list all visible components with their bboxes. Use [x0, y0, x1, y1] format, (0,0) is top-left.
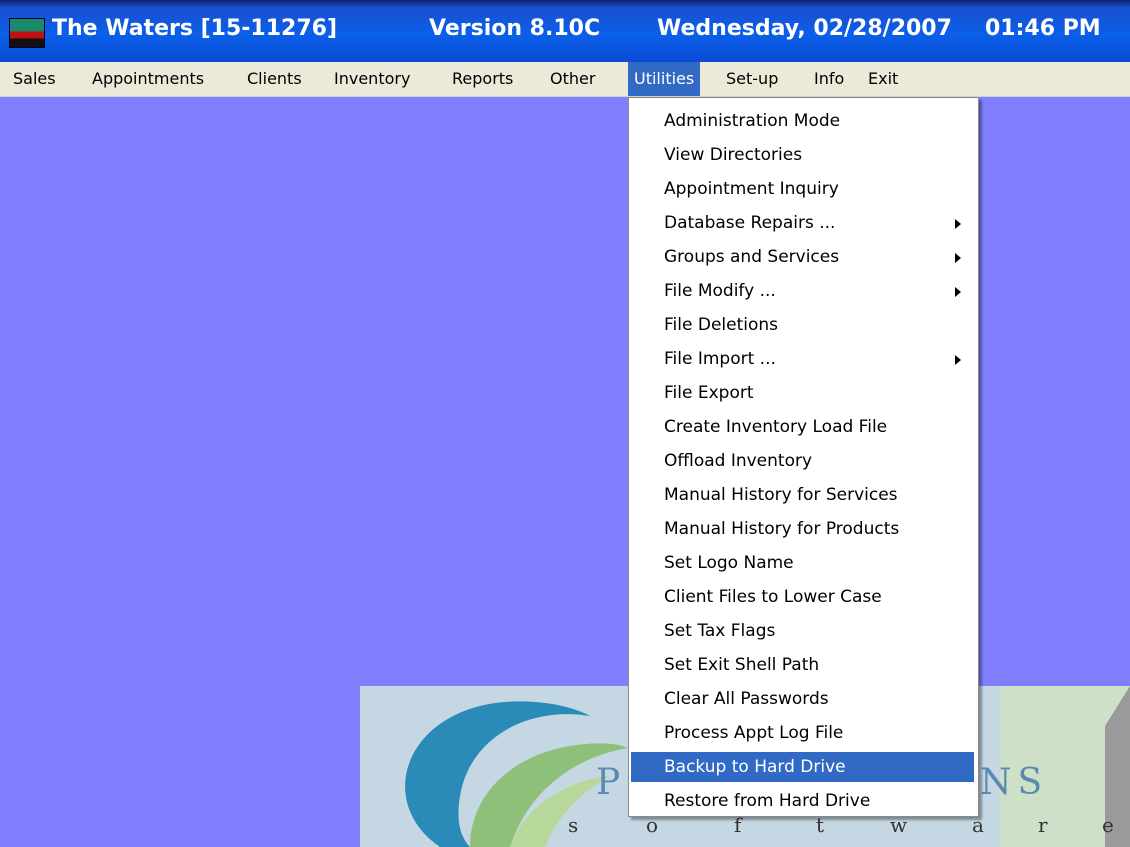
submenu-arrow-icon [955, 219, 961, 229]
menu-item-label: Administration Mode [664, 111, 841, 131]
menu-item-label: Client Files to Lower Case [664, 587, 882, 607]
menu-item-label: Set Tax Flags [664, 621, 776, 641]
title-bar: The Waters [15-11276] Version 8.10C Wedn… [0, 0, 1130, 62]
menu-other[interactable]: Other [544, 62, 601, 96]
menu-item-label: Set Exit Shell Path [664, 655, 820, 675]
menu-item-label: Set Logo Name [664, 553, 794, 573]
menu-item-view-directories[interactable]: View Directories [631, 140, 974, 170]
menu-item-label: Groups and Services [664, 247, 840, 267]
logo-letters-right: NS [980, 762, 1049, 803]
menu-item-manual-history-products[interactable]: Manual History for Products [631, 514, 974, 544]
menu-item-label: Restore from Hard Drive [664, 791, 871, 811]
menu-item-appointment-inquiry[interactable]: Appointment Inquiry [631, 174, 974, 204]
menu-info[interactable]: Info [808, 62, 850, 96]
menu-item-label: File Deletions [664, 315, 779, 335]
date-label: Wednesday, 02/28/2007 [657, 16, 952, 41]
menu-item-create-inventory-load-file[interactable]: Create Inventory Load File [631, 412, 974, 442]
menu-item-clear-all-passwords[interactable]: Clear All Passwords [631, 684, 974, 714]
menu-item-label: File Import ... [664, 349, 776, 369]
menu-item-label: Offload Inventory [664, 451, 813, 471]
menu-bar: Sales Appointments Clients Inventory Rep… [0, 62, 1130, 97]
menu-appointments[interactable]: Appointments [86, 62, 210, 96]
menu-exit[interactable]: Exit [862, 62, 904, 96]
menu-item-label: Backup to Hard Drive [664, 757, 846, 777]
menu-sales[interactable]: Sales [7, 62, 62, 96]
logo-sub-s: s [568, 813, 579, 837]
menu-item-administration-mode[interactable]: Administration Mode [631, 106, 974, 136]
menu-item-set-tax-flags[interactable]: Set Tax Flags [631, 616, 974, 646]
submenu-arrow-icon [955, 253, 961, 263]
menu-item-label: Manual History for Services [664, 485, 898, 505]
logo-letters-left: P [596, 762, 627, 803]
menu-item-label: Manual History for Products [664, 519, 900, 539]
menu-item-label: File Modify ... [664, 281, 776, 301]
menu-item-set-exit-shell-path[interactable]: Set Exit Shell Path [631, 650, 974, 680]
menu-item-label: Create Inventory Load File [664, 417, 888, 437]
menu-item-file-import[interactable]: File Import ... [631, 344, 974, 374]
menu-utilities[interactable]: Utilities [628, 62, 701, 96]
time-label: 01:46 PM [985, 16, 1101, 41]
utilities-dropdown: Administration Mode View Directories App… [628, 97, 979, 817]
menu-item-database-repairs[interactable]: Database Repairs ... [631, 208, 974, 238]
menu-item-file-export[interactable]: File Export [631, 378, 974, 408]
menu-setup[interactable]: Set-up [720, 62, 784, 96]
version-label: Version 8.10C [429, 16, 601, 41]
menu-item-process-appt-log-file[interactable]: Process Appt Log File [631, 718, 974, 748]
menu-item-restore-from-hard-drive[interactable]: Restore from Hard Drive [631, 786, 974, 816]
menu-item-manual-history-services[interactable]: Manual History for Services [631, 480, 974, 510]
menu-item-set-logo-name[interactable]: Set Logo Name [631, 548, 974, 578]
menu-inventory[interactable]: Inventory [328, 62, 416, 96]
submenu-arrow-icon [955, 287, 961, 297]
menu-item-label: Clear All Passwords [664, 689, 829, 709]
submenu-arrow-icon [955, 355, 961, 365]
menu-item-file-modify[interactable]: File Modify ... [631, 276, 974, 306]
menu-item-label: View Directories [664, 145, 803, 165]
menu-item-label: Appointment Inquiry [664, 179, 839, 199]
menu-item-backup-to-hard-drive[interactable]: Backup to Hard Drive [631, 752, 974, 782]
app-title: The Waters [15-11276] [52, 16, 338, 41]
menu-item-client-files-lower-case[interactable]: Client Files to Lower Case [631, 582, 974, 612]
app-icon [9, 18, 45, 48]
logo-sub-r: r [1038, 813, 1048, 837]
menu-reports[interactable]: Reports [446, 62, 519, 96]
menu-item-label: Process Appt Log File [664, 723, 844, 743]
logo-sub-e: e [1102, 813, 1114, 837]
menu-item-file-deletions[interactable]: File Deletions [631, 310, 974, 340]
menu-item-label: File Export [664, 383, 754, 403]
menu-item-groups-and-services[interactable]: Groups and Services [631, 242, 974, 272]
menu-item-label: Database Repairs ... [664, 213, 836, 233]
menu-item-offload-inventory[interactable]: Offload Inventory [631, 446, 974, 476]
menu-clients[interactable]: Clients [241, 62, 308, 96]
